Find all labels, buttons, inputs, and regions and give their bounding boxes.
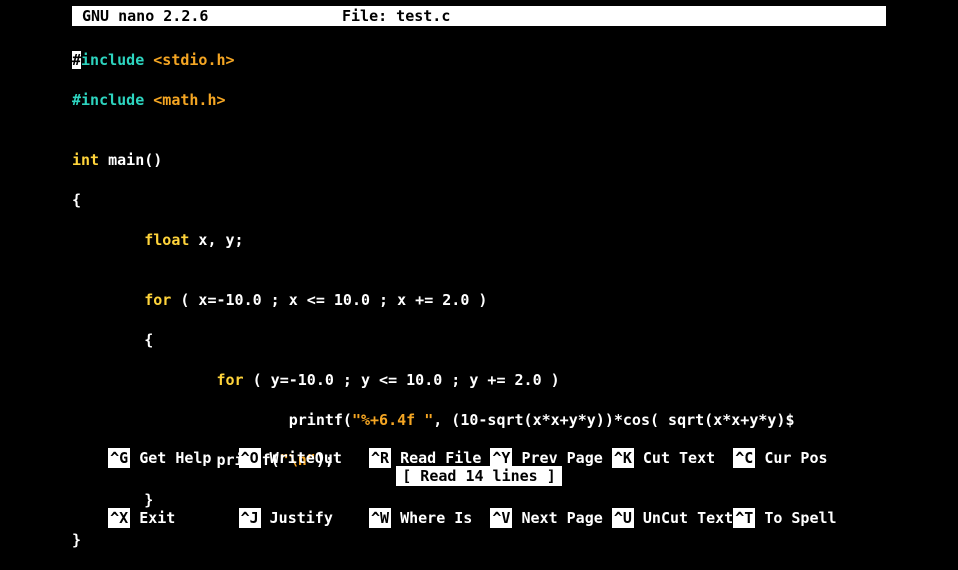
- code-line: for ( x=-10.0 ; x <= 10.0 ; x += 2.0 ): [72, 290, 958, 310]
- file-label: File: test.c: [342, 6, 450, 26]
- code-line: {: [72, 190, 958, 210]
- shortcut-prev-page[interactable]: ^Y Prev Page: [490, 448, 611, 468]
- code-line: {: [72, 330, 958, 350]
- shortcut-where-is[interactable]: ^W Where Is: [369, 508, 490, 528]
- code-line: #include <math.h>: [72, 90, 958, 110]
- shortcut-exit[interactable]: ^X Exit: [108, 508, 238, 528]
- cursor: #: [72, 51, 81, 69]
- code-line: float x, y;: [72, 230, 958, 250]
- shortcut-justify[interactable]: ^J Justify: [239, 508, 369, 528]
- code-line: }: [72, 530, 958, 550]
- shortcut-read-file[interactable]: ^R Read File: [369, 448, 490, 468]
- shortcut-bar: ^G Get Help ^O WriteOut ^R Read File ^Y …: [72, 388, 837, 528]
- shortcut-to-spell[interactable]: ^T To Spell: [733, 508, 836, 528]
- shortcut-row-2: ^X Exit ^J Justify ^W Where Is ^V Next P…: [72, 488, 837, 508]
- shortcut-cur-pos[interactable]: ^C Cur Pos: [733, 448, 827, 468]
- shortcut-writeout[interactable]: ^O WriteOut: [239, 448, 369, 468]
- app-name: GNU nano 2.2.6: [82, 6, 342, 26]
- shortcut-cut-text[interactable]: ^K Cut Text: [612, 448, 733, 468]
- shortcut-row-1: ^G Get Help ^O WriteOut ^R Read File ^Y …: [72, 428, 837, 448]
- shortcut-uncut-text[interactable]: ^U UnCut Text: [612, 508, 733, 528]
- shortcut-next-page[interactable]: ^V Next Page: [490, 508, 611, 528]
- titlebar: GNU nano 2.2.6 File: test.c: [72, 6, 886, 26]
- shortcut-get-help[interactable]: ^G Get Help: [108, 448, 238, 468]
- code-line: int main(): [72, 150, 958, 170]
- code-line: #include <stdio.h>: [72, 50, 958, 70]
- code-line: for ( y=-10.0 ; y <= 10.0 ; y += 2.0 ): [72, 370, 958, 390]
